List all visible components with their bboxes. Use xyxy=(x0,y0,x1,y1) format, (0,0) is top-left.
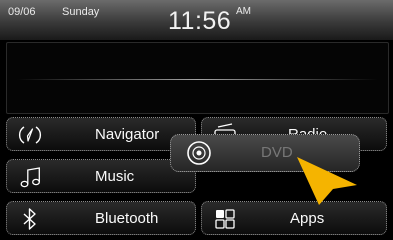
bluetooth-tile[interactable]: Bluetooth xyxy=(6,201,196,235)
status-bar: 09/06 Sunday 11:56 AM xyxy=(0,0,393,40)
day-label: Sunday xyxy=(62,6,100,18)
dvd-label: DVD xyxy=(261,144,293,161)
apps-grid-icon xyxy=(215,209,235,229)
compass-icon xyxy=(18,126,42,144)
clock-period: AM xyxy=(236,6,251,17)
display-glow-line xyxy=(17,79,378,80)
music-tile[interactable]: Music xyxy=(6,159,196,193)
navigator-tile[interactable]: Navigator xyxy=(6,117,196,151)
disc-icon xyxy=(187,141,211,165)
music-label: Music xyxy=(95,168,135,185)
bluetooth-icon xyxy=(23,208,36,230)
music-note-icon xyxy=(20,167,40,188)
bluetooth-label: Bluetooth xyxy=(95,210,159,227)
date-label: 09/06 xyxy=(8,6,36,18)
pointer-cursor-icon xyxy=(297,157,357,205)
clock-time: 11:56 xyxy=(168,7,232,35)
media-display-panel xyxy=(6,42,389,114)
apps-label: Apps xyxy=(290,210,325,227)
navigator-label: Navigator xyxy=(95,126,160,143)
